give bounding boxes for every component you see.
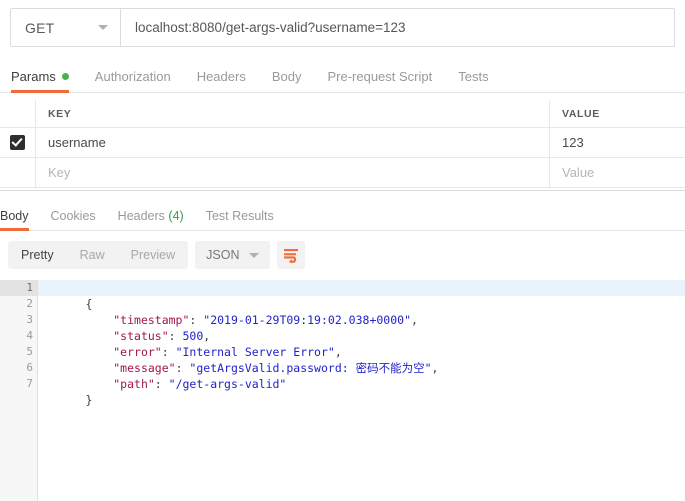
http-method-label: GET [25,19,55,36]
view-mode-raw[interactable]: Raw [67,241,118,269]
json-key-timestamp: "timestamp" [113,313,190,327]
http-method-dropdown[interactable]: GET [11,9,121,46]
view-mode-preview[interactable]: Preview [118,241,188,269]
line-number: 6 [26,361,33,374]
response-body-viewer[interactable]: 1 ▼ 2 3 4 5 6 7 { "timestamp": "2019-01-… [0,280,685,501]
json-value-message-endquote: " [424,361,432,375]
line-number: 5 [26,345,33,358]
chevron-down-icon [249,252,260,258]
line-number: 1 ▼ [0,280,44,296]
row-value-cell[interactable]: 123 [550,128,685,157]
json-brace-open: { [85,297,93,311]
word-wrap-icon [283,248,298,263]
row-value-cell-empty[interactable]: Value [550,158,685,187]
colon: : [175,361,190,375]
chevron-down-icon [98,25,108,30]
row-key-cell-empty[interactable]: Key [36,158,550,187]
params-modified-dot-icon [61,73,69,80]
row-value-placeholder: Value [562,165,595,180]
line-number: 3 [26,313,33,326]
row-enabled-checkbox[interactable] [10,135,25,150]
colon: : [161,345,176,359]
response-tab-cookies[interactable]: Cookies [40,209,107,230]
line-number: 4 [26,329,33,342]
view-mode-group: Pretty Raw Preview [8,241,189,269]
tab-params-label: Params [11,69,56,84]
response-tab-bar: Body Cookies Headers (4) Test Results [0,201,685,231]
tab-authorization[interactable]: Authorization [82,69,184,92]
column-header-key: KEY [48,107,72,120]
comma: , [334,345,342,359]
code-content: { "timestamp": "2019-01-29T09:19:02.038+… [38,280,685,501]
json-value-message-chinese: 密码不能为空 [355,361,425,375]
language-label: JSON [206,248,240,262]
json-value-path: "/get-args-valid" [168,377,287,391]
line-number-text: 1 [26,281,33,294]
colon: : [189,313,204,327]
word-wrap-toggle[interactable] [277,241,306,269]
colon: : [154,377,169,391]
response-format-toolbar: Pretty Raw Preview JSON [8,241,306,269]
line-number: 2 [26,297,33,310]
row-value-value: 123 [562,135,584,150]
url-input[interactable]: localhost:8080/get-args-valid?username=1… [121,9,674,46]
response-tab-test-results[interactable]: Test Results [195,209,285,230]
tab-tests[interactable]: Tests [445,69,501,92]
request-url-bar: GET localhost:8080/get-args-valid?userna… [10,8,675,47]
json-key-error: "error" [113,345,162,359]
comma: , [411,313,418,327]
row-checkbox-cell-empty [0,158,36,187]
table-row: Key Value [0,158,685,188]
tab-params[interactable]: Params [11,69,82,93]
tab-pre-request-script[interactable]: Pre-request Script [314,69,445,92]
json-brace-close: } [85,393,93,407]
response-tab-body[interactable]: Body [0,209,40,231]
table-header-row: KEY VALUE [0,100,685,128]
row-key-cell[interactable]: username [36,128,550,157]
language-dropdown[interactable]: JSON [195,241,271,269]
code-line-2: "timestamp": "2019-01-29T09:19:02.038+00… [38,296,685,327]
line-number-gutter: 1 ▼ 2 3 4 5 6 7 [0,280,44,501]
row-key-value: username [48,135,106,150]
tab-headers[interactable]: Headers [184,69,259,92]
table-bottom-divider [0,190,685,191]
params-table: KEY VALUE username 123 Key Value [0,100,685,188]
row-key-placeholder: Key [48,165,71,180]
response-headers-count: (4) [168,209,184,223]
json-key-path: "path" [113,377,155,391]
comma: , [431,361,439,375]
json-key-status: "status" [113,329,169,343]
comma: , [203,329,211,343]
code-line-1: { [38,280,685,311]
line-number: 7 [26,377,33,390]
tab-body[interactable]: Body [259,69,315,92]
response-tab-headers-label: Headers [117,209,165,223]
json-value-timestamp: "2019-01-29T09:19:02.038+0000" [203,313,411,327]
json-value-error: "Internal Server Error" [175,345,335,359]
response-tab-headers[interactable]: Headers (4) [107,209,195,230]
json-value-status: 500 [182,329,204,343]
json-value-message-ascii: "getArgsValid.password: [189,361,356,375]
view-mode-pretty[interactable]: Pretty [8,241,67,269]
header-key-cell: KEY [36,100,550,127]
colon: : [168,329,183,343]
header-checkbox-cell [0,100,36,127]
column-header-value: VALUE [562,107,600,120]
request-tab-bar: Params Authorization Headers Body Pre-re… [0,62,685,93]
row-checkbox-cell [0,128,36,157]
json-key-message: "message" [113,361,176,375]
table-row: username 123 [0,128,685,158]
header-value-cell: VALUE [550,100,685,127]
